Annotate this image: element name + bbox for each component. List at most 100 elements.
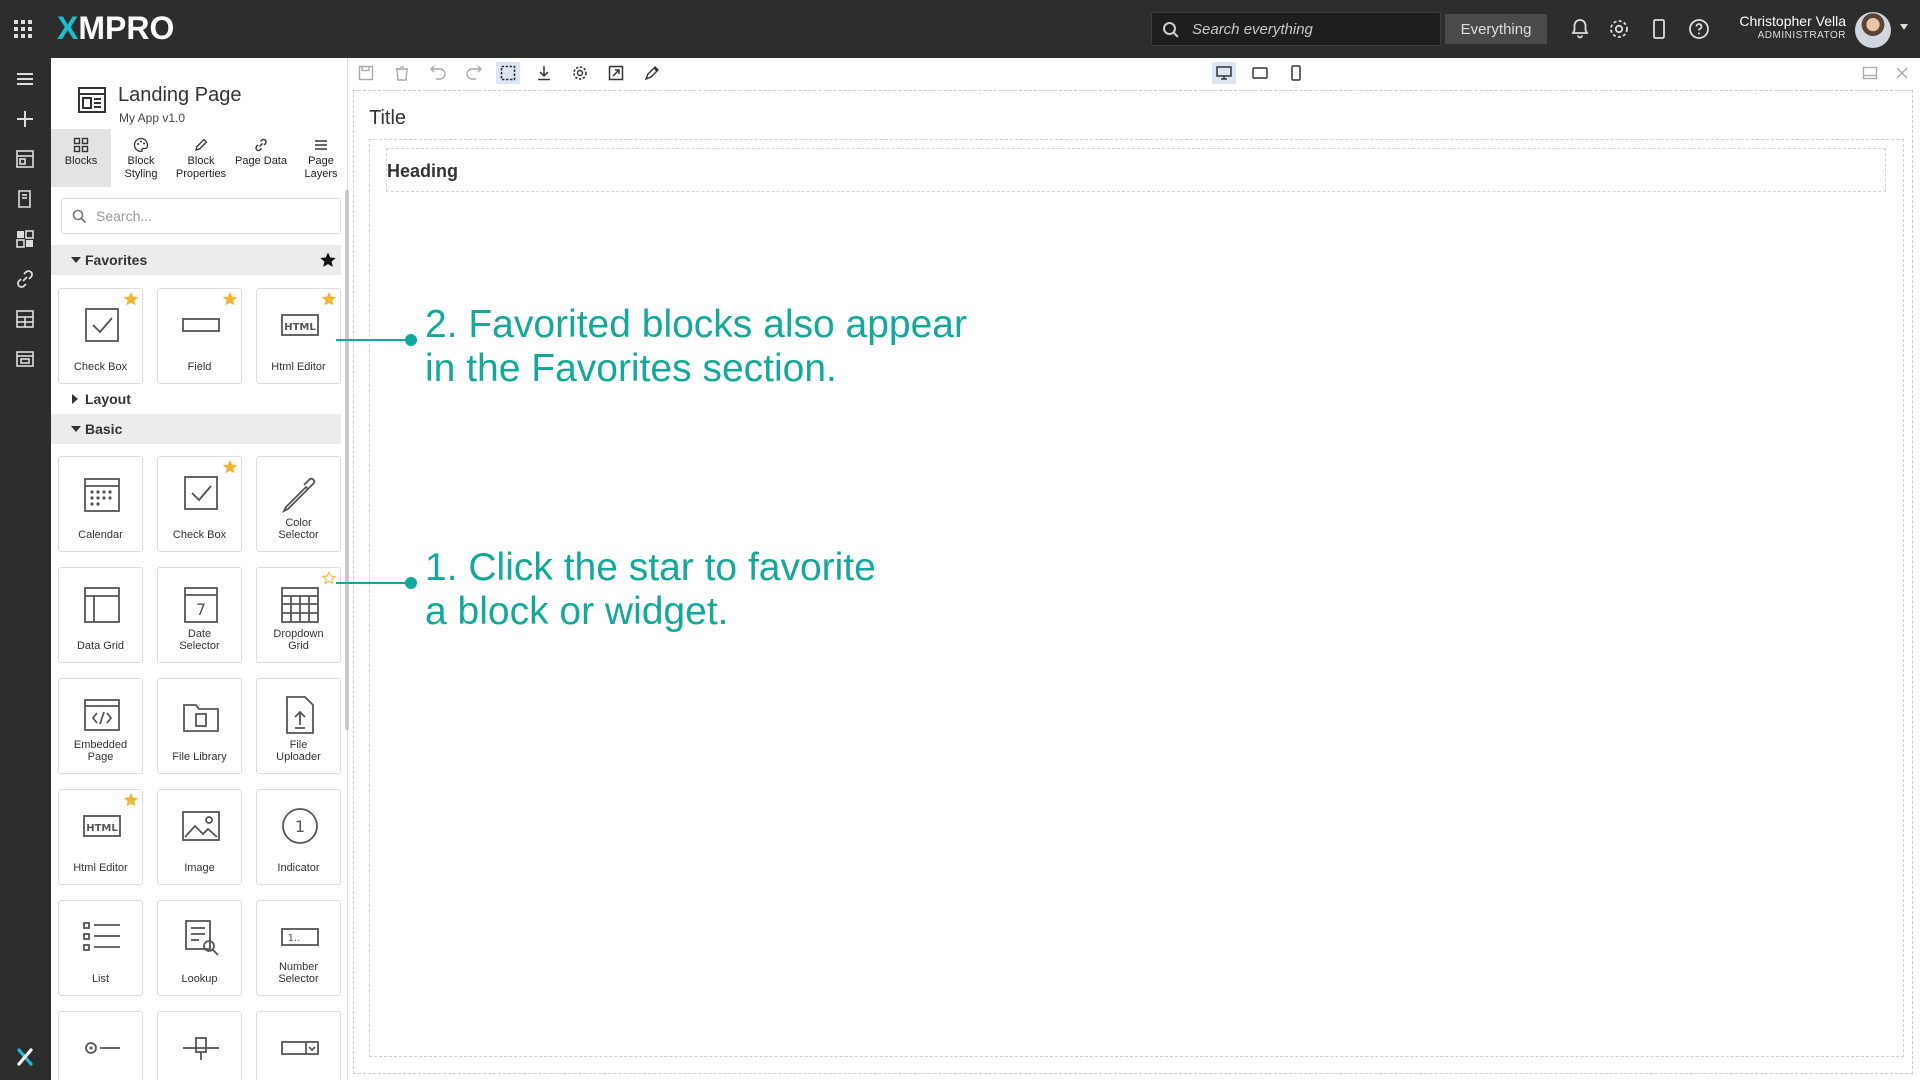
star-outline-icon[interactable]	[322, 571, 336, 585]
svg-text:HTML: HTML	[86, 823, 118, 834]
pencil-icon	[195, 138, 208, 151]
tab-page-data[interactable]: Page Data	[231, 129, 291, 187]
block-tile[interactable]: 1 Indicator	[256, 789, 341, 885]
bell-icon[interactable]	[1568, 17, 1592, 41]
undo-button[interactable]	[426, 62, 450, 84]
star-filled-icon[interactable]	[322, 292, 336, 306]
blocks-icon	[73, 137, 89, 153]
section-favorites[interactable]: Favorites	[51, 245, 341, 275]
block-tile[interactable]: List	[58, 900, 143, 996]
select-button[interactable]	[496, 62, 520, 84]
file-upload-icon	[286, 696, 314, 734]
block-tile[interactable]: Dropdown Grid	[256, 567, 341, 663]
save-button[interactable]	[354, 62, 378, 84]
block-tile[interactable]: 7 Date Selector	[157, 567, 242, 663]
plus-icon[interactable]	[14, 108, 36, 130]
tablet-view-button[interactable]	[1248, 62, 1272, 84]
blocks-search-input[interactable]	[96, 199, 326, 233]
blocks-search	[61, 198, 341, 234]
image-icon	[182, 811, 220, 841]
minimize-button[interactable]	[1858, 62, 1882, 84]
link-icon[interactable]	[14, 268, 36, 290]
settings-button[interactable]	[568, 62, 592, 84]
star-filled-icon[interactable]	[223, 460, 237, 474]
redo-button[interactable]	[462, 62, 486, 84]
phone-view-button[interactable]	[1284, 62, 1308, 84]
global-search-input[interactable]	[1192, 13, 1382, 45]
heading-block[interactable]: Heading	[386, 148, 1886, 192]
block-tile[interactable]: Check Box	[58, 288, 143, 384]
star-filled-icon[interactable]	[124, 292, 138, 306]
block-tile[interactable]: File Library	[157, 678, 242, 774]
user-info[interactable]: Christopher Vella ADMINISTRATOR	[1739, 13, 1846, 41]
dropdown-grid-icon	[281, 587, 319, 623]
tab-blocks[interactable]: Blocks	[51, 129, 111, 187]
delete-button[interactable]	[390, 62, 414, 84]
menu-icon[interactable]	[14, 68, 36, 90]
preview-icon	[608, 65, 624, 81]
block-tile[interactable]: File Uploader	[256, 678, 341, 774]
calendar-icon	[84, 478, 120, 512]
top-bar: XMPRO Everything Christopher Vella ADMIN…	[0, 0, 1920, 58]
section-basic[interactable]: Basic	[51, 414, 341, 444]
panel-tabs: Blocks Block Styling Block Properties Page…	[51, 129, 348, 187]
close-button[interactable]	[1890, 62, 1914, 84]
global-search	[1151, 12, 1441, 46]
block-tile[interactable]	[256, 1011, 341, 1080]
select-icon	[500, 65, 516, 81]
tab-block-styling[interactable]: Block Styling	[111, 129, 171, 187]
block-tile[interactable]: Field	[157, 288, 242, 384]
calculator-icon[interactable]	[14, 308, 36, 330]
avatar[interactable]	[1855, 12, 1891, 48]
app-launcher-icon[interactable]	[12, 18, 34, 40]
chevron-down-icon[interactable]	[1900, 24, 1908, 30]
indicator-icon: 1	[282, 808, 318, 844]
book-icon[interactable]	[14, 188, 36, 210]
apps-icon[interactable]	[14, 148, 36, 170]
lookup-icon	[185, 920, 219, 956]
block-tile[interactable]: Embedded Page	[58, 678, 143, 774]
xmpro-icon[interactable]	[14, 1046, 36, 1068]
block-tile[interactable]: HTML Html Editor	[256, 288, 341, 384]
search-scope-button[interactable]: Everything	[1445, 14, 1547, 44]
window-icon[interactable]	[14, 348, 36, 370]
page-icon	[78, 87, 106, 113]
tab-page-layers[interactable]: Page Layers	[291, 129, 351, 187]
block-tile[interactable]: Calendar	[58, 456, 143, 552]
xmpro-logo[interactable]: XMPRO	[57, 10, 174, 47]
search-icon	[72, 209, 87, 224]
gear-icon[interactable]	[1607, 17, 1631, 41]
callout-click-star: 1. Click the star to favorite a block or…	[425, 546, 876, 633]
preview-button[interactable]	[604, 62, 628, 84]
dashboard-icon[interactable]	[14, 228, 36, 250]
block-tile[interactable]: Range	[157, 1011, 242, 1080]
checkbox-icon	[184, 476, 218, 510]
block-tile[interactable]: Data Grid	[58, 567, 143, 663]
block-tile[interactable]: Color Selector	[256, 456, 341, 552]
page-title: Landing Page	[118, 84, 242, 106]
canvas-title[interactable]: Title	[369, 107, 406, 130]
block-tile[interactable]: Lookup	[157, 900, 242, 996]
tab-block-properties[interactable]: Block Properties	[171, 129, 231, 187]
block-tile[interactable]: HTML Html Editor	[58, 789, 143, 885]
section-layout[interactable]: Layout	[51, 384, 341, 414]
tablet-icon	[1252, 67, 1268, 79]
panel-scrollbar[interactable]	[345, 190, 349, 730]
number-selector-icon: 1..	[281, 928, 319, 946]
svg-text:1: 1	[295, 817, 305, 836]
help-icon[interactable]	[1687, 17, 1711, 41]
block-tile[interactable]: Check Box	[157, 456, 242, 552]
block-tile[interactable]: Image	[157, 789, 242, 885]
publish-button[interactable]	[640, 62, 664, 84]
desktop-view-button[interactable]	[1212, 62, 1236, 84]
block-tile[interactable]: 1.. Number Selector	[256, 900, 341, 996]
save-icon	[358, 65, 374, 81]
download-button[interactable]	[532, 62, 556, 84]
close-icon	[1896, 67, 1908, 79]
star-filled-icon[interactable]	[223, 292, 237, 306]
user-role: ADMINISTRATOR	[1757, 30, 1846, 41]
star-filled-icon[interactable]	[124, 793, 138, 807]
mobile-icon[interactable]	[1647, 17, 1671, 41]
chevron-right-icon	[72, 394, 78, 404]
block-tile[interactable]: Radio	[58, 1011, 143, 1080]
